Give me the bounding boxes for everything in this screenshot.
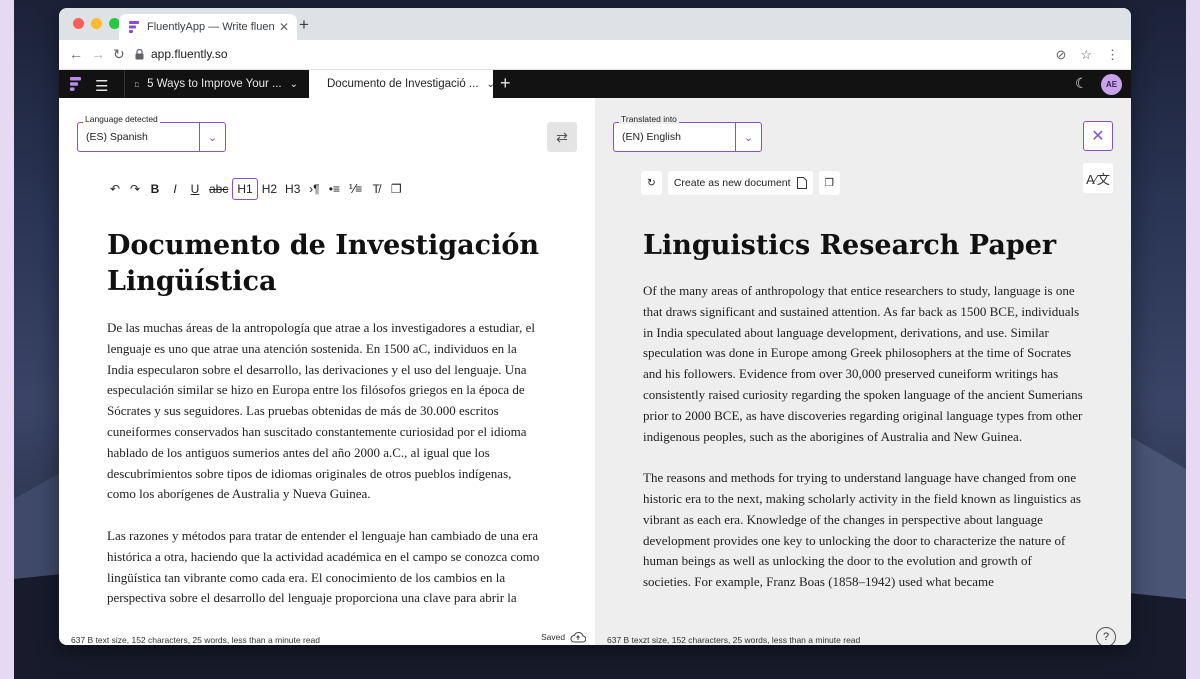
minimize-window-button[interactable] [91, 18, 102, 29]
numbered-list-icon[interactable]: ⅟≡ [344, 178, 366, 200]
bold-button[interactable]: B [145, 178, 165, 200]
target-language-select[interactable]: Translated into (EN) English ⌄ [613, 114, 762, 152]
detected-language-label: Language detected [83, 114, 160, 124]
cloud-upload-icon [570, 632, 587, 643]
refresh-icon: ↻ [647, 177, 656, 189]
chevron-down-icon[interactable]: ⌄ [735, 123, 761, 151]
add-document-tab-button[interactable]: + [500, 73, 511, 94]
target-language-label: Translated into [619, 114, 679, 124]
title-line: Lingüística [107, 266, 277, 297]
close-window-button[interactable] [73, 18, 84, 29]
paragraph: Of the many areas of anthropology that e… [643, 283, 1083, 444]
translation-panel: Translated into (EN) English ⌄ ✕ A⁄文 ↻ C… [595, 98, 1131, 645]
redo-icon[interactable]: ↷ [125, 178, 145, 200]
help-button[interactable]: ? [1096, 627, 1116, 645]
create-new-document-label: Create as new document [673, 177, 791, 189]
clear-format-icon[interactable]: T̸ [366, 178, 386, 200]
back-arrow-icon[interactable]: ← [69, 46, 83, 62]
close-translation-button[interactable]: ✕ [1083, 121, 1113, 151]
format-toolbar: ↶ ↷ B I U abc H1 H2 H3 ›¶ •≡ ⅟≡ T̸ ❐ [105, 178, 406, 200]
copy-icon: ❐ [824, 177, 834, 189]
document-icon [796, 177, 807, 189]
translation-stats: 637 B texzt size, 152 characters, 25 wor… [607, 635, 861, 645]
swap-languages-button[interactable]: ⇄ [547, 122, 577, 152]
italic-button[interactable]: I [165, 178, 185, 200]
heading-2-button[interactable]: H2 [258, 178, 281, 200]
document-stats: 637 B text size, 152 characters, 25 word… [71, 635, 320, 645]
bookmark-star-icon[interactable]: ☆ [1080, 47, 1092, 63]
chevron-down-icon[interactable]: ⌄ [290, 79, 298, 90]
translation-toolbar: ↻ Create as new document ❐ [641, 171, 840, 195]
copy-icon[interactable]: ❐ [386, 178, 406, 200]
undo-icon[interactable]: ↶ [105, 178, 125, 200]
browser-actions: ⊘ ☆ ⋮ [1055, 47, 1119, 63]
fluently-logo-icon[interactable] [69, 76, 83, 92]
paragraph: The reasons and methods for trying to un… [643, 470, 1081, 590]
browser-tab[interactable]: FluentlyApp — Write fluently in ✕ [119, 14, 297, 40]
target-language-value: (EN) English [622, 131, 681, 143]
translate-icon[interactable]: A⁄文 [1083, 163, 1113, 193]
new-tab-button[interactable]: + [299, 15, 309, 35]
detected-language-value: (ES) Spanish [86, 131, 148, 143]
copy-translation-button[interactable]: ❐ [818, 171, 840, 195]
address-bar-row: ← → ↻ app.fluently.so ⊘ ☆ ⋮ [59, 40, 1131, 70]
heading-1-button[interactable]: H1 [232, 178, 258, 200]
chevron-down-icon[interactable]: ⌄ [199, 123, 225, 151]
heading-3-button[interactable]: H3 [281, 178, 304, 200]
eye-off-icon[interactable]: ⊘ [1055, 47, 1066, 63]
document-body[interactable]: De las muchas áreas de la antropología q… [107, 318, 541, 608]
browser-tab-strip: FluentlyApp — Write fluently in ✕ + [59, 8, 1131, 40]
window-controls [73, 18, 120, 29]
url-field[interactable]: app.fluently.so [135, 47, 228, 61]
avatar[interactable]: AE [1101, 74, 1122, 95]
fluently-favicon-icon [129, 21, 139, 33]
underline-button[interactable]: U [185, 178, 205, 200]
save-status: Saved [541, 631, 587, 643]
chevron-down-icon[interactable]: ⌄ [487, 79, 495, 90]
paragraph: Las razones y métodos para tratar de ent… [107, 527, 540, 606]
paragraph-icon[interactable]: ›¶ [304, 178, 324, 200]
document-title[interactable]: Documento de Investigación Lingüística [107, 228, 539, 300]
doc-tab-improve[interactable]: 5 Ways to Improve Your ... ⌄ [124, 70, 308, 98]
strikethrough-button[interactable]: abc [205, 178, 232, 200]
doc-tab-investigacion[interactable]: Documento de Investigació ... ⌄ [309, 70, 495, 98]
doc-tab-label: 5 Ways to Improve Your ... [147, 78, 282, 90]
refresh-translation-button[interactable]: ↻ [641, 171, 662, 195]
forward-arrow-icon[interactable]: → [91, 46, 105, 62]
close-tab-icon[interactable]: ✕ [279, 20, 289, 34]
title-line: Documento de Investigación [107, 230, 539, 261]
url-text: app.fluently.so [151, 47, 228, 61]
paragraph: De las muchas áreas de la antropología q… [107, 320, 535, 502]
bullet-list-icon[interactable]: •≡ [324, 178, 344, 200]
browser-window: FluentlyApp — Write fluently in ✕ + ← → … [59, 8, 1131, 645]
source-panel: Language detected (ES) Spanish ⌄ ⇄ ↶ ↷ B… [59, 98, 595, 645]
browser-menu-icon[interactable]: ⋮ [1106, 47, 1119, 63]
document-icon [135, 81, 140, 87]
translated-body: Of the many areas of anthropology that e… [643, 281, 1083, 611]
detected-language-select[interactable]: Language detected (ES) Spanish ⌄ [77, 114, 226, 152]
create-new-document-button[interactable]: Create as new document [667, 171, 813, 195]
reload-icon[interactable]: ↻ [113, 46, 125, 63]
hamburger-menu-icon[interactable]: ☰ [95, 77, 108, 95]
app-top-bar: ☰ 5 Ways to Improve Your ... ⌄ Documento… [59, 70, 1131, 98]
translated-title: Linguistics Research Paper [643, 230, 1057, 261]
doc-tab-label: Documento de Investigació ... [327, 78, 479, 90]
saved-label: Saved [541, 632, 566, 642]
dark-mode-moon-icon[interactable]: ☾ [1075, 75, 1088, 92]
browser-tab-title: FluentlyApp — Write fluently in [147, 21, 275, 33]
lock-icon [135, 48, 144, 59]
